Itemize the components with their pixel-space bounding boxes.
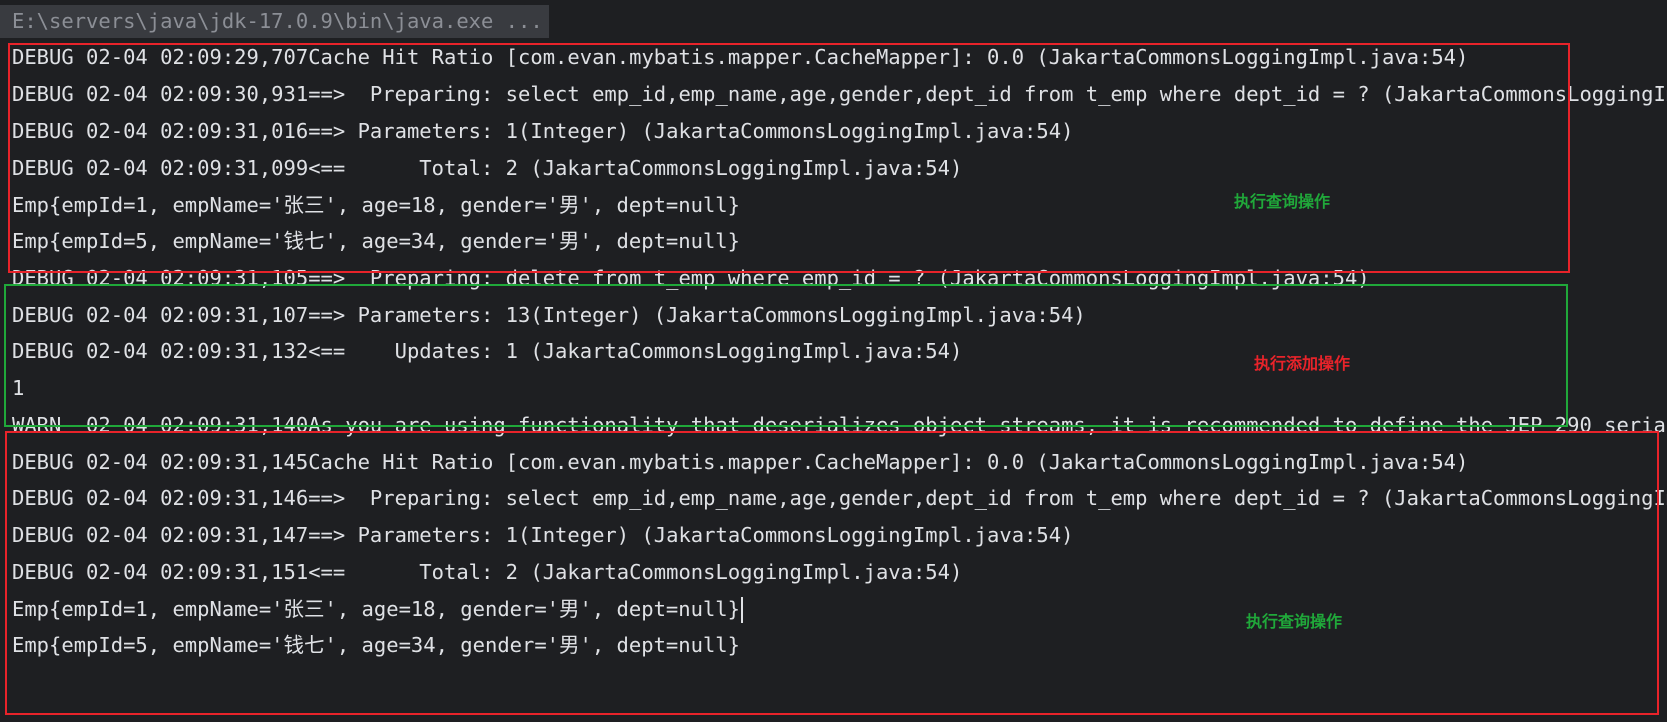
log-line: DEBUG 02-04 02:09:31,145Cache Hit Ratio … — [12, 450, 1469, 474]
log-line: DEBUG 02-04 02:09:31,107==> Parameters: … — [12, 303, 1086, 327]
run-console[interactable]: E:\servers\java\jdk-17.0.9\bin\java.exe … — [0, 0, 1667, 722]
log-line: DEBUG 02-04 02:09:31,099<== Total: 2 (Ja… — [12, 156, 963, 180]
log-line: DEBUG 02-04 02:09:31,016==> Parameters: … — [12, 119, 1074, 143]
run-command-line: E:\servers\java\jdk-17.0.9\bin\java.exe … — [0, 5, 549, 38]
log-line: DEBUG 02-04 02:09:31,151<== Total: 2 (Ja… — [12, 560, 963, 584]
log-line: Emp{empId=1, empName='张三', age=18, gende… — [12, 590, 743, 629]
annotation-query: 执行查询操作 — [1246, 612, 1343, 631]
log-line: DEBUG 02-04 02:09:31,105==> Preparing: d… — [12, 266, 1370, 290]
log-line: WARN 02-04 02:09:31,140As you are using … — [12, 413, 1667, 437]
log-line-text: Emp{empId=1, empName='张三', age=18, gende… — [12, 597, 740, 621]
annotation-query: 执行查询操作 — [1234, 192, 1331, 211]
log-line: 1 — [12, 376, 25, 400]
log-line: DEBUG 02-04 02:09:31,132<== Updates: 1 (… — [12, 339, 963, 363]
log-line: DEBUG 02-04 02:09:29,707Cache Hit Ratio … — [12, 45, 1469, 69]
log-line: DEBUG 02-04 02:09:30,931==> Preparing: s… — [12, 82, 1667, 106]
log-line: Emp{empId=1, empName='张三', age=18, gende… — [12, 193, 740, 217]
log-line: DEBUG 02-04 02:09:31,146==> Preparing: s… — [12, 486, 1667, 510]
annotation-add: 执行添加操作 — [1254, 354, 1351, 373]
log-line: Emp{empId=5, empName='钱七', age=34, gende… — [12, 633, 740, 657]
log-line: Emp{empId=5, empName='钱七', age=34, gende… — [12, 229, 740, 253]
log-line: DEBUG 02-04 02:09:31,147==> Parameters: … — [12, 523, 1074, 547]
text-caret — [740, 597, 743, 623]
